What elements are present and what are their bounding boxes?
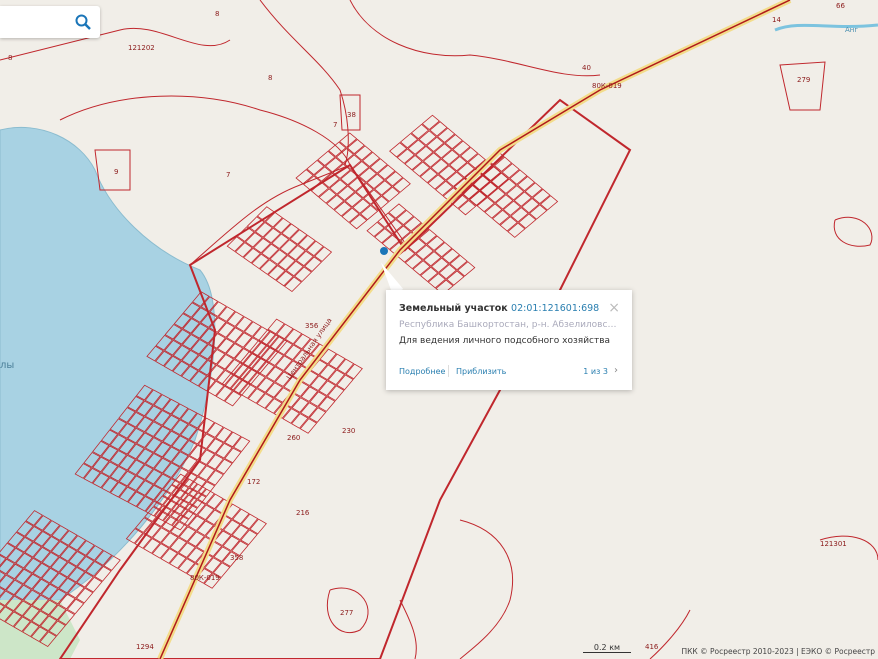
map-label: 40	[582, 64, 591, 72]
map-label: 8	[215, 10, 219, 18]
map-label: 9	[114, 168, 118, 176]
details-link[interactable]: Подробнее	[399, 367, 445, 376]
map-label: 279	[797, 76, 810, 84]
zoom-to-link[interactable]: Приблизить	[456, 367, 506, 376]
divider	[448, 365, 449, 377]
river	[774, 23, 878, 32]
map-label: 14	[772, 16, 781, 24]
map-label: 7	[333, 121, 337, 129]
search-box	[0, 6, 100, 38]
cadastral-number: 02:01:121601:698	[511, 303, 600, 314]
parcel-usage: Для ведения личного подсобного хозяйства	[399, 336, 611, 346]
map-label: 7	[226, 171, 230, 179]
map-label: 277	[340, 609, 353, 617]
map-label: 416	[645, 643, 659, 651]
search-input[interactable]	[4, 6, 64, 36]
map-label: 356	[305, 322, 319, 330]
map-label: 121301	[820, 540, 847, 548]
map-label: 216	[296, 509, 310, 517]
highway-label: 80К-019	[190, 574, 220, 582]
search-icon[interactable]	[74, 13, 92, 31]
object-type: Земельный участок	[399, 303, 508, 314]
chevron-right-icon[interactable]: ›	[614, 365, 618, 376]
popup-title: Земельный участок 02:01:121601:698	[399, 303, 599, 314]
scale-bar: 0.2 км	[583, 643, 631, 653]
map-label: 121202	[128, 44, 155, 52]
lake-label: лы	[0, 360, 14, 371]
parcel-address: Республика Башкортостан, р-н. Абзелиловс…	[399, 320, 619, 330]
map-label: 260	[287, 434, 300, 442]
map-label: 38	[347, 111, 356, 119]
map-label: 230	[342, 427, 355, 435]
close-icon[interactable]: ×	[608, 300, 620, 316]
map-label: 1294	[136, 643, 154, 651]
river-label: Анг	[845, 26, 858, 34]
result-pager: 1 из 3	[583, 367, 608, 376]
attribution: ПКК © Росреестр 2010-2023 | ЕЭКО © Росре…	[681, 647, 875, 656]
map-label: 66	[836, 2, 845, 10]
map-label: 172	[247, 478, 260, 486]
parcel-info-popup: Земельный участок 02:01:121601:698 × Рес…	[386, 290, 632, 390]
location-marker[interactable]	[380, 247, 388, 255]
map-label: 358	[230, 554, 243, 562]
map-label: 8	[268, 74, 272, 82]
map-label: 8	[8, 54, 12, 62]
highway-label: 80К-019	[592, 82, 622, 90]
